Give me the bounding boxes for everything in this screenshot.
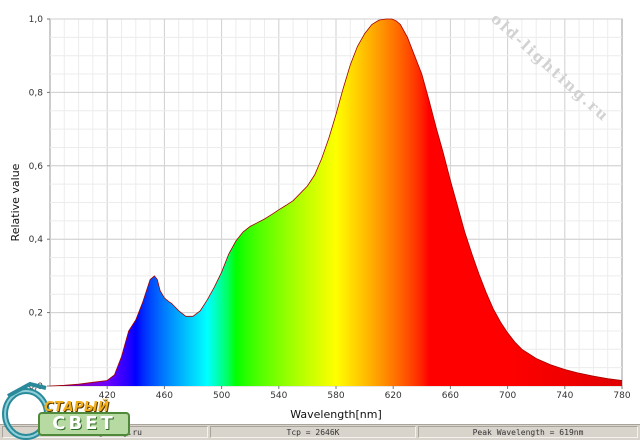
x-tick-label: 780 (613, 391, 630, 401)
x-axis-ticks: 420 460 500 540 580 620 660 700 740 780 (99, 386, 631, 401)
x-tick-label: 700 (499, 391, 516, 401)
y-axis-title: Relative value (9, 163, 22, 241)
y-axis-ticks: 0,00,20,40,60,81,0 (29, 15, 50, 392)
logo-text-bottom: СВЕТ (38, 412, 130, 436)
x-tick-label: 460 (156, 391, 173, 401)
status-color-temperature: Tcp = 2646K (210, 426, 416, 438)
y-tick-label: 0,8 (29, 88, 44, 98)
x-tick-label: 540 (270, 391, 287, 401)
status-peak-wavelength: Peak Wavelength = 619nm (418, 426, 638, 438)
y-tick-label: 0,4 (29, 235, 44, 245)
spectrum-chart: 420 460 500 540 580 620 660 700 740 780 0,00,20,4… (9, 10, 631, 421)
y-tick-label: 0,2 (29, 309, 43, 319)
y-tick-label: 1,0 (29, 15, 44, 25)
x-axis-title: Wavelength[nm] (290, 408, 382, 421)
staryy-svet-logo: СТАРЫЙ СВЕТ (0, 378, 140, 440)
y-tick-label: 0,6 (29, 162, 44, 172)
x-tick-label: 620 (385, 391, 402, 401)
x-tick-label: 580 (327, 391, 344, 401)
x-tick-label: 740 (556, 391, 573, 401)
x-tick-label: 500 (213, 391, 230, 401)
x-tick-label: 660 (442, 391, 459, 401)
spectrum-window: 420 460 500 540 580 620 660 700 740 780 0,0 0,2 0,4… (0, 0, 640, 440)
